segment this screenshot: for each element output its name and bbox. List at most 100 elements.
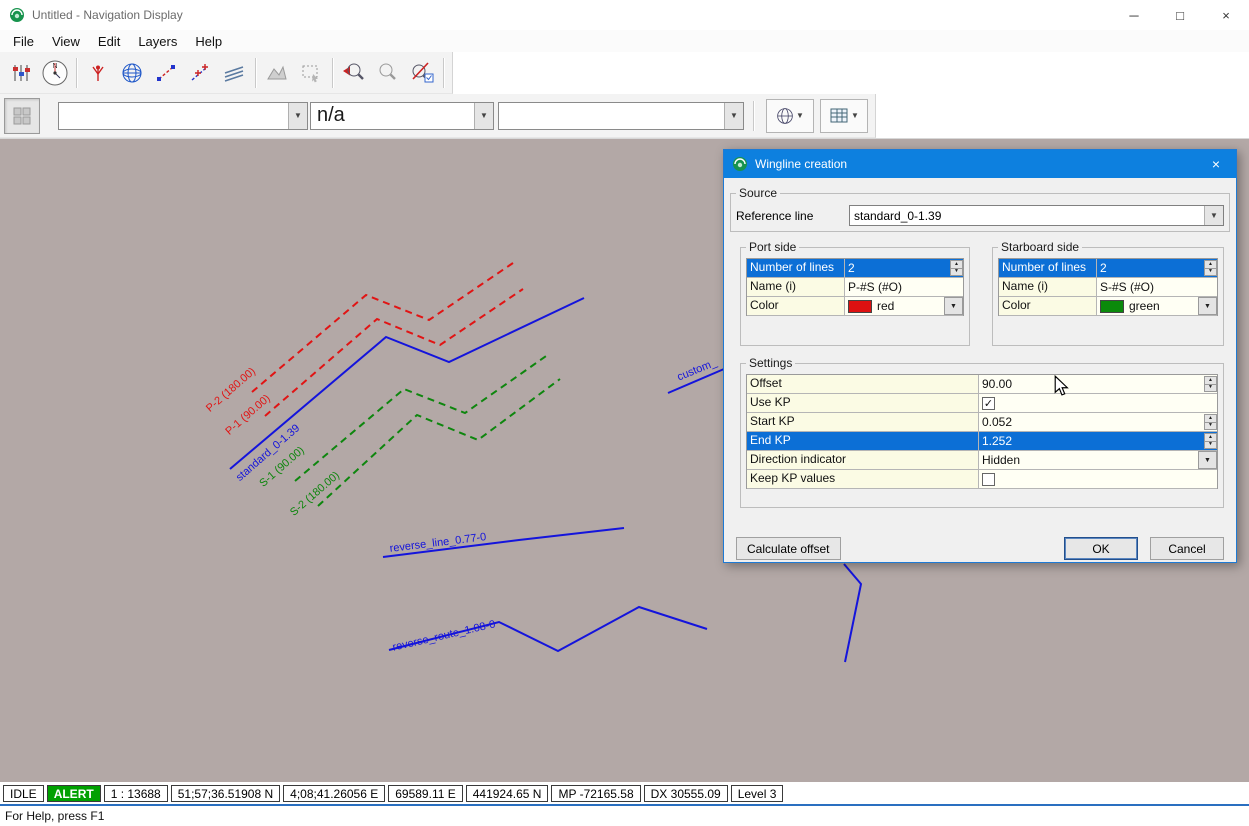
port-color-row[interactable]: Color red ▼ — [747, 297, 963, 316]
insert-point-button[interactable] — [183, 56, 217, 90]
menu-file[interactable]: File — [4, 34, 43, 49]
starboard-name-row[interactable]: Name (i) S-#S (#O) — [999, 278, 1217, 297]
zoom-previous-button[interactable] — [337, 56, 371, 90]
spin-down-icon[interactable]: ▼ — [1204, 442, 1217, 450]
reverse-line[interactable] — [383, 528, 624, 557]
starboard-color-label: Color — [999, 297, 1097, 315]
maximize-button[interactable]: □ — [1157, 0, 1203, 30]
globe-icon — [776, 107, 794, 125]
port-number-of-lines-row[interactable]: Number of lines 2 ▲▼ — [747, 259, 963, 278]
starboard-name-field[interactable]: S-#S (#O) — [1097, 278, 1217, 296]
offset-row[interactable]: Offset 90.00 ▲▼ — [747, 375, 1217, 394]
zoom-window-icon — [375, 61, 401, 85]
toolbar-combo-1[interactable]: ▼ — [58, 102, 308, 130]
starboard-number-of-lines-row[interactable]: Number of lines 2 ▲▼ — [999, 259, 1217, 278]
starboard-color-row[interactable]: Color green ▼ — [999, 297, 1217, 316]
starboard-number-of-lines-field[interactable]: 2 ▲▼ — [1097, 259, 1217, 277]
antenna-button[interactable] — [81, 56, 115, 90]
spin-up-icon[interactable]: ▲ — [1204, 260, 1217, 269]
keep-kp-values-field[interactable] — [979, 470, 1217, 488]
select-area-icon — [300, 63, 322, 83]
parallel-lines-button[interactable] — [217, 56, 251, 90]
sliders-button[interactable] — [4, 56, 38, 90]
menu-edit[interactable]: Edit — [89, 34, 129, 49]
spin-down-icon[interactable]: ▼ — [1204, 423, 1217, 431]
chevron-down-icon[interactable]: ▼ — [1198, 297, 1217, 315]
map-canvas[interactable]: P-2 (180.00)P-1 (90.00)standard_0-1.39S-… — [0, 139, 1249, 782]
wingline-S-2[interactable] — [318, 379, 560, 506]
globe-view-dropdown-button[interactable]: ▼ — [766, 99, 814, 133]
wingline-creation-dialog: Wingline creation × Source Reference lin… — [723, 149, 1237, 563]
cancel-button[interactable]: Cancel — [1150, 537, 1224, 560]
spin-down-icon[interactable]: ▼ — [950, 269, 963, 277]
wingline-P-2[interactable] — [252, 263, 513, 392]
spin-down-icon[interactable]: ▼ — [1204, 385, 1217, 393]
zoom-settings-button[interactable] — [405, 56, 439, 90]
chevron-down-icon[interactable]: ▼ — [474, 103, 493, 129]
minimize-button[interactable]: ─ — [1111, 0, 1157, 30]
dialog-close-icon[interactable]: × — [1196, 150, 1236, 178]
reference-line-standard[interactable] — [230, 298, 584, 469]
globe-button[interactable] — [115, 56, 149, 90]
menu-view[interactable]: View — [43, 34, 89, 49]
dialog-title: Wingline creation — [755, 157, 847, 171]
spinner[interactable]: ▲▼ — [1204, 376, 1217, 392]
offset-field[interactable]: 90.00 ▲▼ — [979, 375, 1217, 393]
use-kp-row[interactable]: Use KP ✓ — [747, 394, 1217, 413]
port-color-field[interactable]: red ▼ — [845, 297, 963, 315]
spin-down-icon[interactable]: ▼ — [1204, 269, 1217, 277]
calculate-offset-button[interactable]: Calculate offset — [736, 537, 841, 560]
menu-layers[interactable]: Layers — [129, 34, 186, 49]
source-group-legend: Source — [736, 186, 780, 200]
port-color-label: Color — [747, 297, 845, 315]
reverse-route[interactable] — [389, 607, 707, 651]
direction-indicator-row[interactable]: Direction indicator Hidden ▼ — [747, 451, 1217, 470]
status-level: Level 3 — [731, 785, 784, 802]
port-name-field[interactable]: P-#S (#O) — [845, 278, 963, 296]
starboard-color-field[interactable]: green ▼ — [1097, 297, 1217, 315]
chevron-down-icon[interactable]: ▼ — [288, 103, 307, 129]
menu-help[interactable]: Help — [186, 34, 231, 49]
use-kp-checkbox[interactable]: ✓ — [982, 397, 995, 410]
chevron-down-icon[interactable]: ▼ — [1204, 206, 1223, 225]
spinner[interactable]: ▲▼ — [1204, 260, 1217, 276]
keep-kp-values-checkbox[interactable] — [982, 473, 995, 486]
spinner[interactable]: ▲▼ — [1204, 414, 1217, 430]
port-number-of-lines-field[interactable]: 2 ▲▼ — [845, 259, 963, 277]
keep-kp-values-row[interactable]: Keep KP values — [747, 470, 1217, 489]
dialog-titlebar[interactable]: Wingline creation × — [724, 150, 1236, 178]
create-wingline-button[interactable] — [149, 56, 183, 90]
close-button[interactable]: × — [1203, 0, 1249, 30]
mouse-cursor — [1053, 375, 1069, 397]
chevron-down-icon[interactable]: ▼ — [1198, 451, 1217, 469]
spinner[interactable]: ▲▼ — [1204, 433, 1217, 449]
spinner[interactable]: ▲▼ — [950, 260, 963, 276]
chevron-down-icon[interactable]: ▼ — [944, 297, 963, 315]
toolbar-combo-3[interactable]: ▼ — [498, 102, 744, 130]
compass-button[interactable]: N — [38, 56, 72, 90]
spin-up-icon[interactable]: ▲ — [1204, 414, 1217, 423]
toolbar-combo-2[interactable]: n/a ▼ — [310, 102, 494, 130]
window-title: Untitled - Navigation Display — [32, 8, 183, 22]
wingline-P-1[interactable] — [265, 289, 523, 416]
end-kp-field[interactable]: 1.252 ▲▼ — [979, 432, 1217, 450]
ok-button[interactable]: OK — [1064, 537, 1138, 560]
insert-point-icon — [190, 63, 210, 83]
port-color-value: red — [877, 299, 894, 313]
direction-indicator-field[interactable]: Hidden ▼ — [979, 451, 1217, 469]
spin-up-icon[interactable]: ▲ — [1204, 376, 1217, 385]
starboard-side-legend: Starboard side — [998, 240, 1082, 254]
end-kp-row[interactable]: End KP 1.252 ▲▼ — [747, 432, 1217, 451]
grid-view-dropdown-button[interactable]: ▼ — [820, 99, 868, 133]
east-route[interactable] — [844, 564, 861, 662]
spin-up-icon[interactable]: ▲ — [1204, 433, 1217, 442]
spin-up-icon[interactable]: ▲ — [950, 260, 963, 269]
use-kp-field[interactable]: ✓ — [979, 394, 1217, 412]
wingline-S-1[interactable] — [295, 354, 549, 481]
reference-line-combobox[interactable]: standard_0-1.39 ▼ — [849, 205, 1224, 226]
port-name-row[interactable]: Name (i) P-#S (#O) — [747, 278, 963, 297]
chevron-down-icon[interactable]: ▼ — [724, 103, 743, 129]
custom-line[interactable] — [668, 369, 724, 393]
start-kp-field[interactable]: 0.052 ▲▼ — [979, 413, 1217, 431]
start-kp-row[interactable]: Start KP 0.052 ▲▼ — [747, 413, 1217, 432]
